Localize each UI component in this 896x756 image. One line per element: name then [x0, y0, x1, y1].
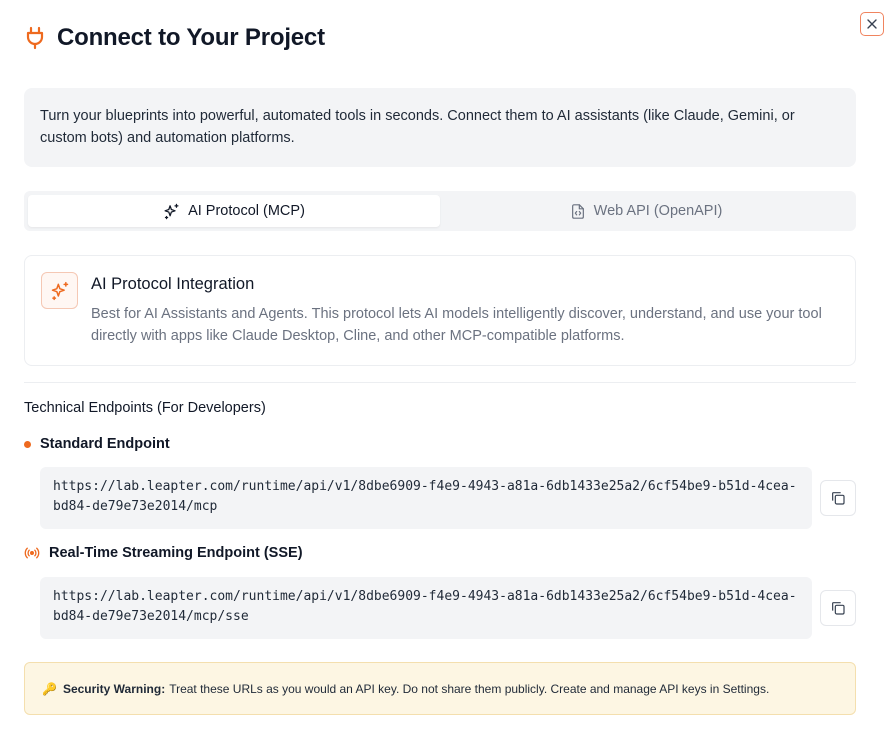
copy-standard-url-button[interactable]: [820, 480, 856, 516]
tab-web-api-label: Web API (OpenAPI): [593, 203, 723, 219]
page-title: Connect to Your Project: [57, 24, 325, 51]
copy-icon: [832, 602, 845, 615]
sse-endpoint-label-text: Real-Time Streaming Endpoint (SSE): [49, 545, 303, 561]
integration-card: AI Protocol Integration Best for AI Assi…: [24, 255, 856, 366]
sse-endpoint-url[interactable]: https://lab.leapter.com/runtime/api/v1/8…: [40, 577, 812, 639]
sse-endpoint-label: Real-Time Streaming Endpoint (SSE): [24, 545, 303, 561]
security-warning-text: Treat these URLs as you would an API key…: [169, 681, 770, 696]
file-code-icon: [571, 203, 584, 219]
intro-panel: Turn your blueprints into powerful, auto…: [24, 88, 856, 167]
copy-sse-url-button[interactable]: [820, 590, 856, 626]
key-icon: 🔑: [42, 681, 57, 696]
copy-icon: [832, 492, 845, 505]
divider: [24, 382, 856, 383]
sparkles-icon: [51, 281, 68, 300]
radio-broadcast-icon: [24, 547, 40, 559]
close-icon: [867, 19, 877, 29]
security-warning-title: Security Warning:: [62, 681, 166, 696]
section-title: Technical Endpoints (For Developers): [24, 400, 266, 416]
close-button[interactable]: [860, 12, 884, 36]
tab-bar: AI Protocol (MCP) Web API (OpenAPI): [24, 191, 856, 231]
standard-endpoint-label-text: Standard Endpoint: [40, 436, 170, 452]
standard-endpoint-label: Standard Endpoint: [24, 436, 170, 452]
sparkles-icon: [164, 203, 179, 219]
tab-ai-protocol-label: AI Protocol (MCP): [188, 203, 305, 219]
integration-title: AI Protocol Integration: [91, 275, 255, 293]
security-warning: 🔑 Security Warning: Treat these URLs as …: [24, 662, 856, 715]
tab-web-api[interactable]: Web API (OpenAPI): [440, 195, 852, 227]
standard-endpoint-url[interactable]: https://lab.leapter.com/runtime/api/v1/8…: [40, 467, 812, 529]
dialog-header: Connect to Your Project: [25, 24, 325, 52]
status-dot-icon: [24, 440, 31, 448]
plug-icon: [26, 26, 44, 50]
tab-ai-protocol[interactable]: AI Protocol (MCP): [28, 195, 440, 227]
integration-description: Best for AI Assistants and Agents. This …: [91, 306, 822, 344]
integration-icon-box: [41, 272, 78, 309]
intro-text: Turn your blueprints into powerful, auto…: [40, 108, 795, 146]
